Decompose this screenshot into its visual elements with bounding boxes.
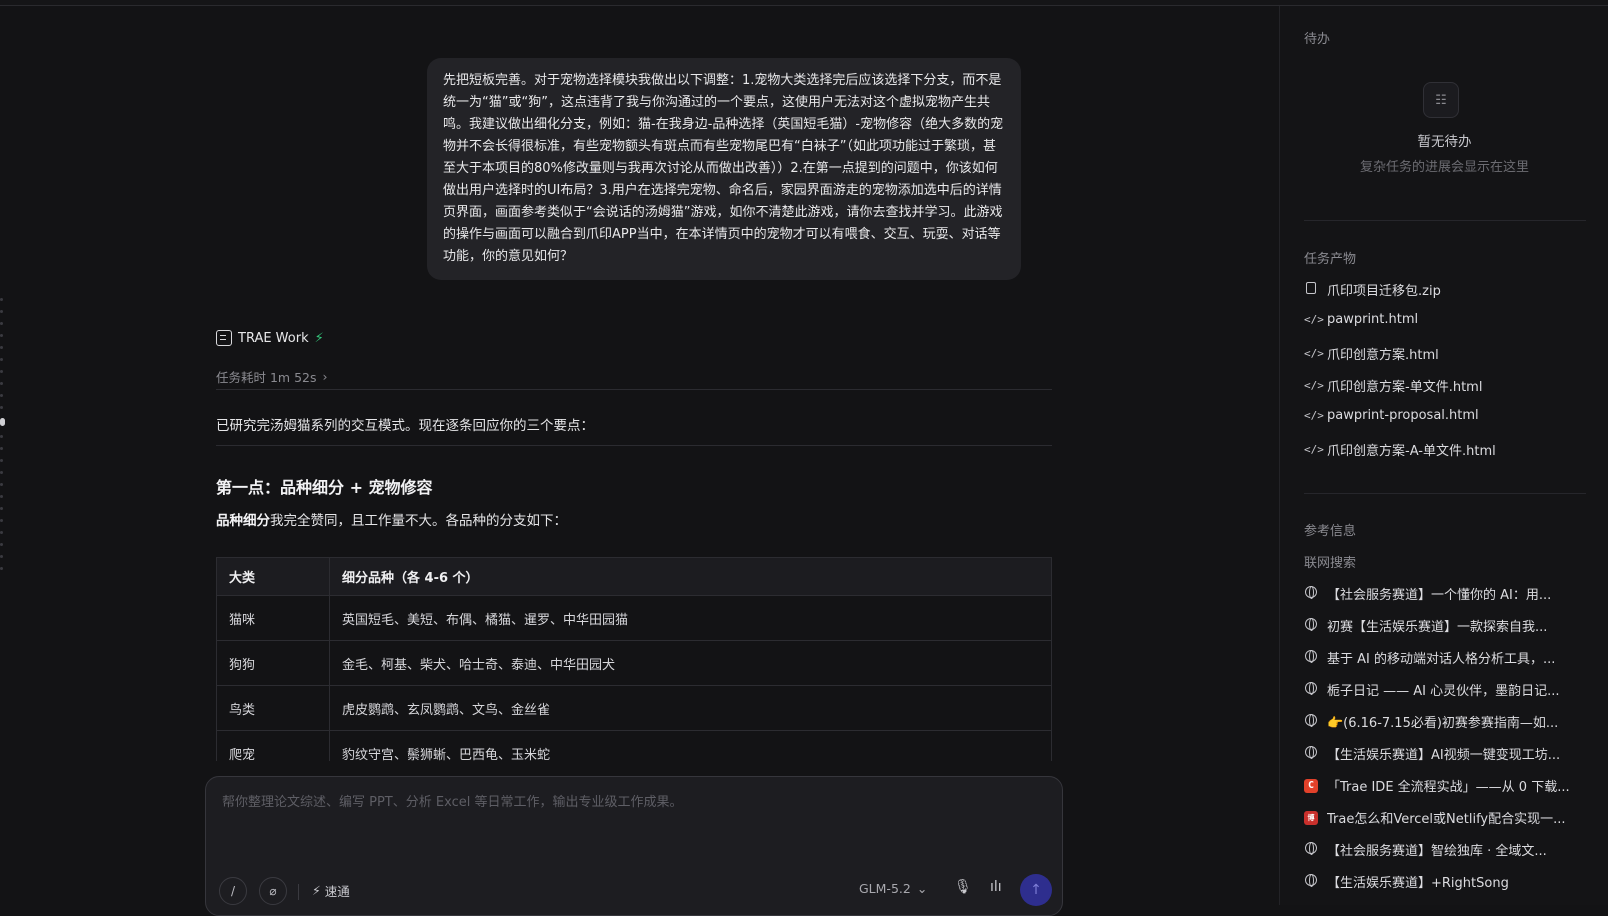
globe-icon — [1304, 874, 1318, 889]
code-icon: </> — [1304, 443, 1324, 456]
reference-item[interactable]: 栀子日记 —— AI 心灵伙伴，墨韵日记... — [1304, 680, 1594, 699]
breed-table: 大类 细分品种（各 4-6 个） 猫咪 英国短毛、美短、布偶、橘猫、暹罗、中华田园… — [216, 557, 1052, 761]
slash-icon: / — [230, 884, 236, 898]
table-cell: 金毛、柯基、柴犬、哈士奇、泰迪、中华田园犬 — [329, 640, 1052, 686]
model-label: GLM-5.2 — [859, 881, 911, 896]
model-selector[interactable]: GLM-5.2 ⌄ — [859, 881, 927, 896]
slash-command-button[interactable]: / — [219, 877, 247, 905]
artifact-item[interactable]: </> 爪印创意方案-单文件.html — [1304, 376, 1594, 395]
globe-icon — [1304, 746, 1318, 761]
chat-main: 先把短板完善。对于宠物选择模块我做出以下调整：1.宠物大类选择完后应该选择下分支… — [0, 6, 1279, 916]
composer-input[interactable]: 帮你整理论文综述、编写 PPT、分析 Excel 等日常工作，输出专业级工作成果… — [222, 791, 682, 810]
artifact-item[interactable]: </> 爪印创意方案.html — [1304, 344, 1594, 363]
table-cell: 爬宠 — [216, 730, 330, 761]
csdn-icon: C — [1304, 778, 1318, 793]
bolt-icon: ⚡ — [312, 883, 321, 898]
table-cell: 虎皮鹦鹉、玄凤鹦鹉、文鸟、金丝雀 — [329, 685, 1052, 731]
paragraph-text: 我完全赞同，且工作量不大。各品种的分支如下： — [270, 513, 567, 529]
todo-hint-text: 复杂任务的进展会显示在这里 — [1359, 160, 1529, 175]
section-title: 第一点：品种细分 + 宠物修容 — [216, 478, 433, 497]
agent-name: TRAE Work — [238, 330, 309, 346]
code-icon: </> — [1304, 313, 1324, 326]
reference-item[interactable]: 【生活娱乐赛道】AI视频一键变现工坊... — [1304, 744, 1594, 763]
divider — [216, 445, 1052, 446]
microphone-icon[interactable]: 🎙 — [954, 879, 972, 895]
table-row: 爬宠 豹纹守宫、鬃狮蜥、巴西龟、玉米蛇 — [216, 730, 1052, 761]
reference-item[interactable]: 博 Trae怎么和Vercel或Netlify配合实现一... — [1304, 808, 1594, 827]
task-time-toggle[interactable]: 任务耗时 1m 52s › — [216, 367, 328, 386]
reference-title: 参考信息 — [1304, 524, 1357, 539]
table-cell: 猫咪 — [216, 595, 330, 641]
code-icon: </> — [1304, 347, 1324, 360]
chevron-right-icon: › — [322, 369, 328, 384]
globe-icon — [1304, 842, 1318, 857]
table-cell: 狗狗 — [216, 640, 330, 686]
right-panel: 待办 ☷ 暂无待办 复杂任务的进展会显示在这里 任务产物 爪印项目迁移包.zip… — [1279, 6, 1608, 905]
artifact-item[interactable]: </> pawprint-proposal.html — [1304, 408, 1594, 423]
table-header-row: 大类 细分品种（各 4-6 个） — [216, 557, 1052, 596]
table-cell: 豹纹守宫、鬃狮蜥、巴西龟、玉米蛇 — [329, 730, 1052, 761]
trae-logo-icon — [216, 330, 232, 346]
divider — [1304, 220, 1586, 221]
divider — [216, 389, 1052, 390]
artifact-item[interactable]: </> 爪印创意方案-A-单文件.html — [1304, 440, 1594, 459]
reference-item[interactable]: 初赛【生活娱乐赛道】一款探索自我... — [1304, 616, 1594, 635]
artifact-item[interactable]: </> pawprint.html — [1304, 312, 1594, 327]
arrow-up-icon: ↑ — [1030, 882, 1042, 898]
artifacts-title: 任务产物 — [1304, 252, 1357, 267]
speed-label: 速通 — [324, 884, 350, 899]
divider — [1304, 493, 1586, 494]
section-paragraph: 品种细分我完全赞同，且工作量不大。各品种的分支如下： — [216, 509, 567, 529]
cnblogs-icon: 博 — [1304, 810, 1318, 825]
speed-mode-button[interactable]: ⚡ 速通 — [312, 881, 350, 900]
reference-item[interactable]: 基于 AI 的移动端对话人格分析工具，... — [1304, 648, 1594, 667]
chevron-down-icon: ⌄ — [916, 881, 928, 896]
globe-icon — [1304, 586, 1318, 601]
task-time-label: 任务耗时 1m 52s — [216, 370, 317, 385]
file-icon — [1304, 282, 1318, 297]
table-row: 猫咪 英国短毛、美短、布偶、橘猫、暹罗、中华田园猫 — [216, 595, 1052, 641]
reply-intro: 已研究完汤姆猫系列的交互模式。现在逐条回应你的三个要点： — [216, 418, 594, 434]
table-cell: 鸟类 — [216, 685, 330, 731]
reference-item[interactable]: 【生活娱乐赛道】+RightSong — [1304, 872, 1594, 891]
table-header: 大类 — [216, 557, 330, 596]
table-cell: 英国短毛、美短、布偶、橘猫、暹罗、中华田园猫 — [329, 595, 1052, 641]
paperclip-icon: ⌀ — [269, 884, 277, 898]
reference-item[interactable]: 【社会服务赛道】一个懂你的 AI：用... — [1304, 584, 1594, 603]
composer-divider — [298, 884, 299, 900]
code-icon: </> — [1304, 379, 1324, 392]
globe-icon — [1304, 714, 1318, 729]
table-row: 狗狗 金毛、柯基、柴犬、哈士奇、泰迪、中华田园犬 — [216, 640, 1052, 686]
bold-text: 品种细分 — [216, 513, 270, 529]
agent-header: TRAE Work ⚡ — [216, 330, 324, 346]
todo-empty-text: 暂无待办 — [1417, 134, 1472, 150]
globe-icon — [1304, 650, 1318, 665]
voice-wave-icon[interactable]: ılı — [990, 879, 1002, 895]
code-icon: </> — [1304, 409, 1324, 422]
reference-item[interactable]: 👉(6.16-7.15必看)初赛参赛指南—如... — [1304, 712, 1594, 731]
artifact-item[interactable]: 爪印项目迁移包.zip — [1304, 280, 1594, 299]
reference-item[interactable]: 【社会服务赛道】智绘独库 · 全域文... — [1304, 840, 1594, 859]
attach-button[interactable]: ⌀ — [259, 877, 287, 905]
reference-item[interactable]: C 「Trae IDE 全流程实战」——从 0 下载... — [1304, 776, 1594, 795]
table-row: 鸟类 虎皮鹦鹉、玄凤鹦鹉、文鸟、金丝雀 — [216, 685, 1052, 731]
todo-title: 待办 — [1304, 32, 1331, 47]
user-message: 先把短板完善。对于宠物选择模块我做出以下调整：1.宠物大类选择完后应该选择下分支… — [427, 58, 1021, 280]
globe-icon — [1304, 682, 1318, 697]
list-icon: ☷ — [1423, 82, 1459, 118]
web-search-title: 联网搜索 — [1304, 556, 1357, 571]
send-button[interactable]: ↑ — [1020, 874, 1052, 906]
chat-composer[interactable]: 帮你整理论文综述、编写 PPT、分析 Excel 等日常工作，输出专业级工作成果… — [205, 776, 1063, 916]
globe-icon — [1304, 618, 1318, 633]
bolt-icon: ⚡ — [314, 330, 324, 346]
table-header: 细分品种（各 4-6 个） — [329, 557, 1052, 596]
